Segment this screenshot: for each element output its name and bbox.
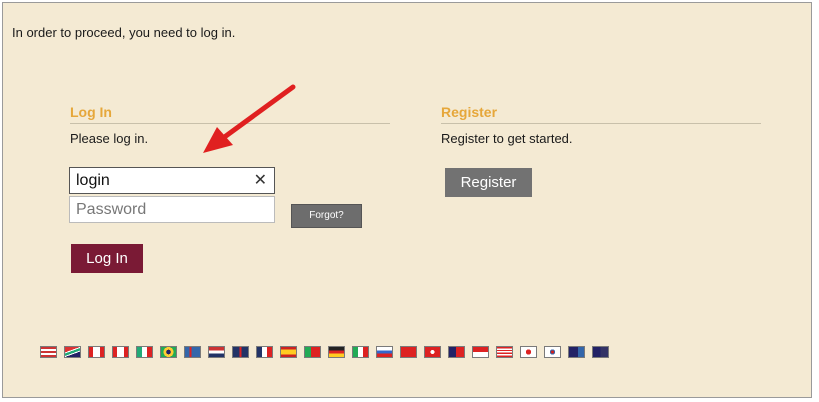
tw-flag-icon[interactable] xyxy=(448,346,465,358)
red-arrow-icon xyxy=(203,84,296,153)
register-section-title: Register xyxy=(441,104,498,120)
ru-flag-icon[interactable] xyxy=(376,346,393,358)
ca-fr-flag-icon[interactable] xyxy=(112,346,129,358)
register-instructions: Register to get started. xyxy=(441,131,573,146)
clear-icon[interactable]: ✕ xyxy=(254,168,267,193)
fr-flag-icon[interactable] xyxy=(256,346,273,358)
login-button[interactable]: Log In xyxy=(71,244,143,273)
jp-flag-icon[interactable] xyxy=(520,346,537,358)
my-flag-icon[interactable] xyxy=(496,346,513,358)
br-flag-icon[interactable] xyxy=(160,346,177,358)
it-flag-icon[interactable] xyxy=(352,346,369,358)
username-input[interactable]: login ✕ xyxy=(69,167,275,194)
forgot-password-button[interactable]: Forgot? xyxy=(291,204,362,228)
username-value: login xyxy=(76,172,110,189)
password-placeholder: Password xyxy=(76,201,147,218)
pt-flag-icon[interactable] xyxy=(304,346,321,358)
intro-message: In order to proceed, you need to log in. xyxy=(12,25,236,40)
password-input[interactable]: Password xyxy=(69,196,275,223)
language-flags xyxy=(40,346,616,358)
is-flag-icon[interactable] xyxy=(184,346,201,358)
cn-flag-icon[interactable] xyxy=(400,346,417,358)
uk-flag-icon[interactable] xyxy=(232,346,249,358)
de-flag-icon[interactable] xyxy=(328,346,345,358)
ca-flag-icon[interactable] xyxy=(88,346,105,358)
nz-flag-icon[interactable] xyxy=(592,346,609,358)
login-panel: In order to proceed, you need to log in.… xyxy=(2,2,812,398)
au-flag-icon[interactable] xyxy=(568,346,585,358)
za-flag-icon[interactable] xyxy=(64,346,81,358)
register-button[interactable]: Register xyxy=(445,168,532,197)
kr-flag-icon[interactable] xyxy=(544,346,561,358)
login-instructions: Please log in. xyxy=(70,131,149,146)
mx-flag-icon[interactable] xyxy=(136,346,153,358)
sg-flag-icon[interactable] xyxy=(472,346,489,358)
register-divider xyxy=(441,123,761,124)
es-flag-icon[interactable] xyxy=(280,346,297,358)
login-section-title: Log In xyxy=(70,104,112,120)
hk-flag-icon[interactable] xyxy=(424,346,441,358)
nl-flag-icon[interactable] xyxy=(208,346,225,358)
us-flag-icon[interactable] xyxy=(40,346,57,358)
